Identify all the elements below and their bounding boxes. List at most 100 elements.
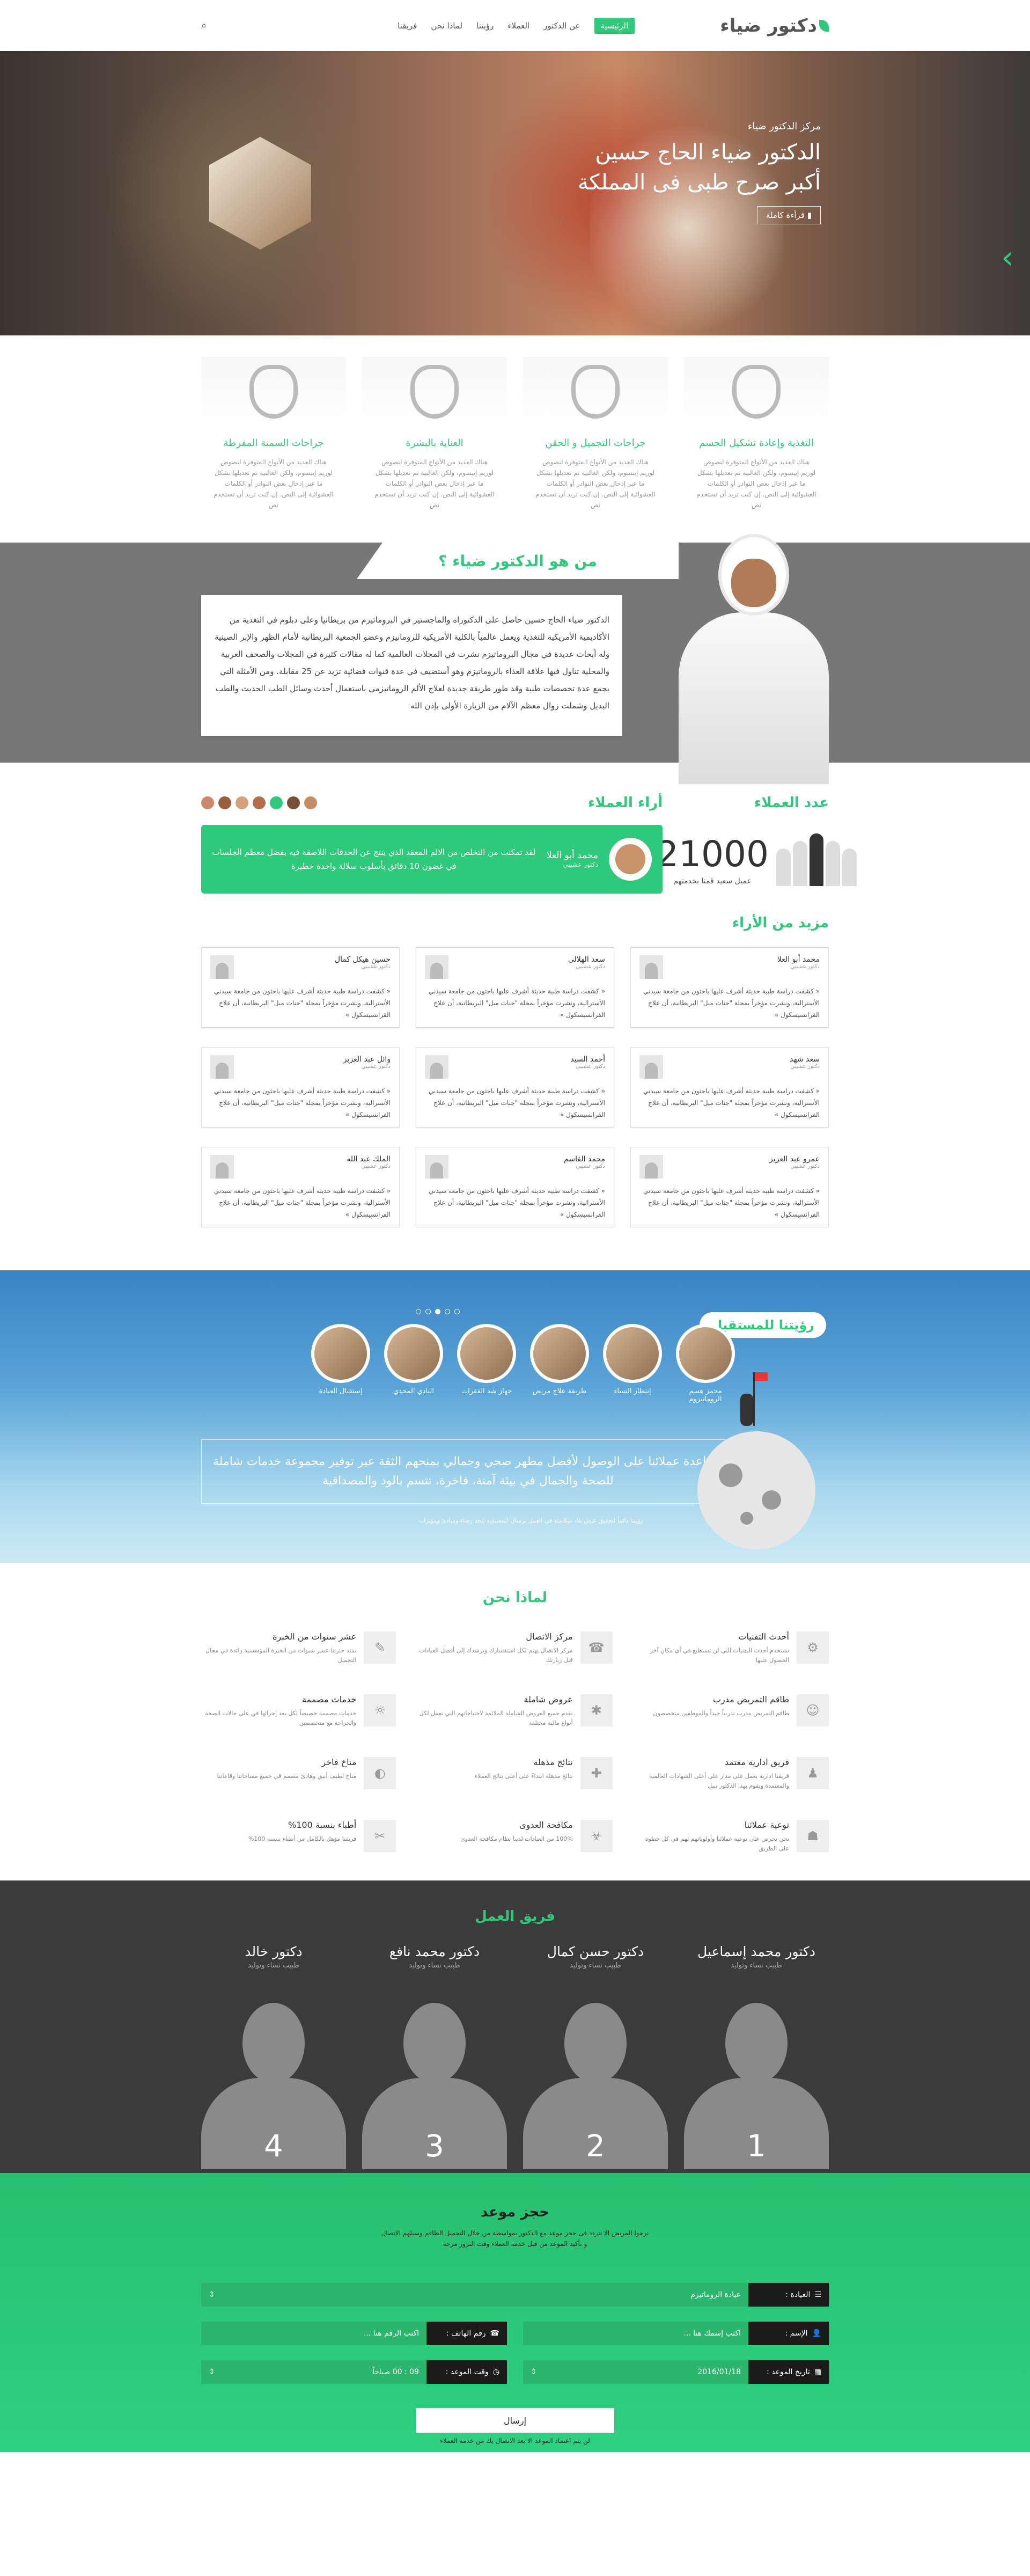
vision-photo <box>530 1324 589 1383</box>
why-title: أحدث التقنيات <box>738 1631 789 1642</box>
booking-form: ☰ العيادة : عيادة الروماتيزم ⇕ 👤 الإسم : اك… <box>201 2283 829 2399</box>
why-body: توعية عملائنا نحن نحرص على توعية عملائنا … <box>634 1820 789 1854</box>
nav-vision[interactable]: رؤيتنا <box>476 21 494 31</box>
review-head: سعد شهد دكتور عشيبي <box>639 1055 820 1079</box>
about-title: من هو الدكتور ضياء ؟ <box>357 543 679 579</box>
avatar <box>639 955 663 979</box>
vision-section: رؤيتنا للمستقبل مجمز هسم الروماتيزوم إنتظ… <box>0 1270 1030 1563</box>
dot[interactable] <box>425 1309 431 1314</box>
user-icon: 👤 <box>812 2329 821 2338</box>
avatar[interactable] <box>270 796 283 809</box>
review-name: محمد أبو العلا <box>777 955 820 964</box>
time-value: 09 : 00 صباحاً <box>372 2368 419 2376</box>
silhouette-head <box>725 2003 788 2083</box>
why-body: نتائج مذهلة نتائج مذهلة ابتداءً على أعلى … <box>475 1757 573 1781</box>
dot[interactable] <box>454 1309 460 1314</box>
name-input[interactable]: اكتب إسمك هنا ... <box>523 2322 748 2345</box>
dot[interactable] <box>435 1309 440 1314</box>
service-icon <box>410 365 459 419</box>
why-text: طاقم التمريض مدرب تدريباً جيداً والموظفي… <box>653 1710 789 1717</box>
about-text: الدكتور ضياء الحاج حسين حاصل على الدكتور… <box>201 595 622 736</box>
review-card: محمد أبو العلا دكتور عشيبي « كشفت دراسة طب… <box>630 947 829 1028</box>
service-card[interactable]: العناية بالبشرة هناك العديد من الأنواع ال… <box>362 357 507 510</box>
name-field[interactable]: 👤 الإسم : اكتب إسمك هنا ... <box>523 2322 829 2345</box>
review-card: سعد الهلالى دكتور عشيبي « كشفت دراسة طبية … <box>416 947 614 1028</box>
service-card[interactable]: التغذية وإعادة تشكيل الجسم هناك العديد من… <box>684 357 829 510</box>
why-item: ♟ فريق ادارية معتمد فريقنا ادارية يعمل على… <box>634 1757 829 1791</box>
feature-icon: ☎ <box>580 1631 613 1664</box>
vision-item[interactable]: جهاز شد الفقرات <box>457 1324 516 1403</box>
why-item: ✚ نتائج مذهلة نتائج مذهلة ابتداءً على أعلى… <box>417 1757 613 1791</box>
time-field[interactable]: ◷ وقت الموعد : 09 : 00 صباحاً ⇕ <box>201 2360 507 2384</box>
testimonial-avatars <box>201 796 317 809</box>
review-meta: حسين هيكل كمال دكتور عشيبي <box>335 955 391 970</box>
vision-item[interactable]: إنتظار النساء <box>603 1324 662 1403</box>
vision-item[interactable]: إستقبال العيادة <box>311 1324 370 1403</box>
why-title: طاقم التمريض مدرب <box>712 1694 789 1704</box>
client-count-title: عدد العملاء <box>754 795 829 811</box>
team-member[interactable]: دكتور خالد طبيب نساء وتوليد 4 <box>201 1944 346 2169</box>
feature-icon: ✚ <box>580 1757 613 1789</box>
review-role: دكتور عشيبي <box>576 1163 605 1169</box>
review-name: وائل عبد العزيز <box>343 1055 391 1064</box>
vision-photo <box>384 1324 443 1383</box>
why-item: ☗ توعية عملائنا نحن نحرص على توعية عملائنا… <box>634 1820 829 1854</box>
phone-field[interactable]: ☎ رقم الهاتف : اكتب الرقم هنا ... <box>201 2322 507 2345</box>
why-us-title: لماذا نحن <box>482 1590 548 1606</box>
feature-icon: ◐ <box>364 1757 396 1789</box>
member-name: دكتور خالد <box>245 1944 303 1959</box>
logo[interactable]: دكتور ضياء <box>720 15 829 36</box>
nav-team[interactable]: فريقنا <box>398 21 417 31</box>
booking-note: لن يتم اعتماد الموعد الا بعد الاتصال بك … <box>440 2437 590 2445</box>
read-more-button[interactable]: ▮ قرأءة كاملة <box>756 206 821 224</box>
chevron-right-icon[interactable]: › <box>1001 239 1014 276</box>
vision-item[interactable]: طريقة علاج مريض <box>530 1324 589 1403</box>
service-card[interactable]: جراحات التجميل و الحقن هناك العديد من الأ… <box>523 357 668 510</box>
avatar[interactable] <box>201 796 214 809</box>
avatar[interactable] <box>236 796 248 809</box>
why-item: ☺ طاقم التمريض مدرب طاقم التمريض مدرب تدري… <box>634 1694 829 1728</box>
hero-slider: مركز الدكتور ضياء الدكتور ضياء الحاج حسي… <box>0 51 1030 335</box>
nav-about[interactable]: عن الدكتور <box>543 21 580 31</box>
vision-item[interactable]: مجمز هسم الروماتيزوم <box>676 1324 735 1403</box>
nav-clients[interactable]: العملاء <box>507 21 529 31</box>
silhouette-head <box>242 2003 305 2083</box>
review-card: أحمد السيد دكتور عشيبي « كشفت دراسة طبية ح… <box>416 1047 614 1128</box>
why-body: أحدث التقنيات نستخدم أحدث التقنيات التي ل… <box>634 1631 789 1665</box>
review-meta: محمد أبو العلا دكتور عشيبي <box>777 955 820 970</box>
review-text: « كشفت دراسة طبية حديثة أشرف عليها باحثو… <box>214 1187 391 1218</box>
avatar[interactable] <box>218 796 231 809</box>
clients-section: عدد العملاء 21000 عميل سعيد قمنا بخدمتهم… <box>0 773 1030 894</box>
vision-item[interactable]: النادي المجدي <box>384 1324 443 1403</box>
avatar[interactable] <box>287 796 300 809</box>
service-text: هناك العديد من الأنواع المتوفرة لنصوص لو… <box>535 458 656 509</box>
search-icon[interactable]: ⌕ <box>201 20 207 31</box>
avatar[interactable] <box>304 796 317 809</box>
nav-home[interactable]: الرئيسية <box>594 17 635 34</box>
review-role: دكتور عشيبي <box>361 1064 391 1070</box>
team-member[interactable]: دكتور محمد إسماعيل طبيب نساء وتوليد 1 <box>684 1944 829 2169</box>
date-field[interactable]: ▦ تاريخ الموعد : 2016/01/18 ⇕ <box>523 2360 829 2384</box>
why-body: عروض شاملة نقدم جميع العروض الشاملة الملا… <box>417 1694 573 1728</box>
nav-why[interactable]: لماذا نحن <box>431 21 462 31</box>
phone-input[interactable]: اكتب الرقم هنا ... <box>201 2322 426 2345</box>
clinic-select[interactable]: ☰ العيادة : عيادة الروماتيزم ⇕ <box>201 2283 829 2307</box>
send-button[interactable]: إرسال <box>416 2408 614 2433</box>
why-text: مناخ لطيف أنيق وهادئ مصمم في جميع مساحات… <box>217 1773 357 1780</box>
why-title: عروض شاملة <box>524 1694 573 1704</box>
review-text: « كشفت دراسة طبية حديثة أشرف عليها باحثو… <box>428 987 605 1019</box>
dot[interactable] <box>416 1309 421 1314</box>
review-text: « كشفت دراسة طبية حديثة أشرف عليها باحثو… <box>643 1187 820 1218</box>
service-card[interactable]: جراحات السمنة المفرطة هناك العديد من الأن… <box>201 357 346 510</box>
review-meta: الملك عبد الله دكتور عشيبي <box>347 1155 391 1169</box>
why-text: تمتد خبرتنا عشر سنوات من الخبرة المؤسسية… <box>205 1647 357 1664</box>
review-head: الملك عبد الله دكتور عشيبي <box>210 1155 391 1179</box>
why-title: مركز الاتصال <box>526 1631 573 1642</box>
dot[interactable] <box>445 1309 450 1314</box>
team-member[interactable]: دكتور محمد نافع طبيب نساء وتوليد 3 <box>362 1944 507 2169</box>
date-label: تاريخ الموعد : <box>767 2368 810 2376</box>
avatar[interactable] <box>253 796 266 809</box>
testimonial-role: دكتور عشيبي <box>563 861 598 868</box>
team-member[interactable]: دكتور حسن كمال طبيب نساء وتوليد 2 <box>523 1944 668 2169</box>
feature-icon: ✎ <box>364 1631 396 1664</box>
